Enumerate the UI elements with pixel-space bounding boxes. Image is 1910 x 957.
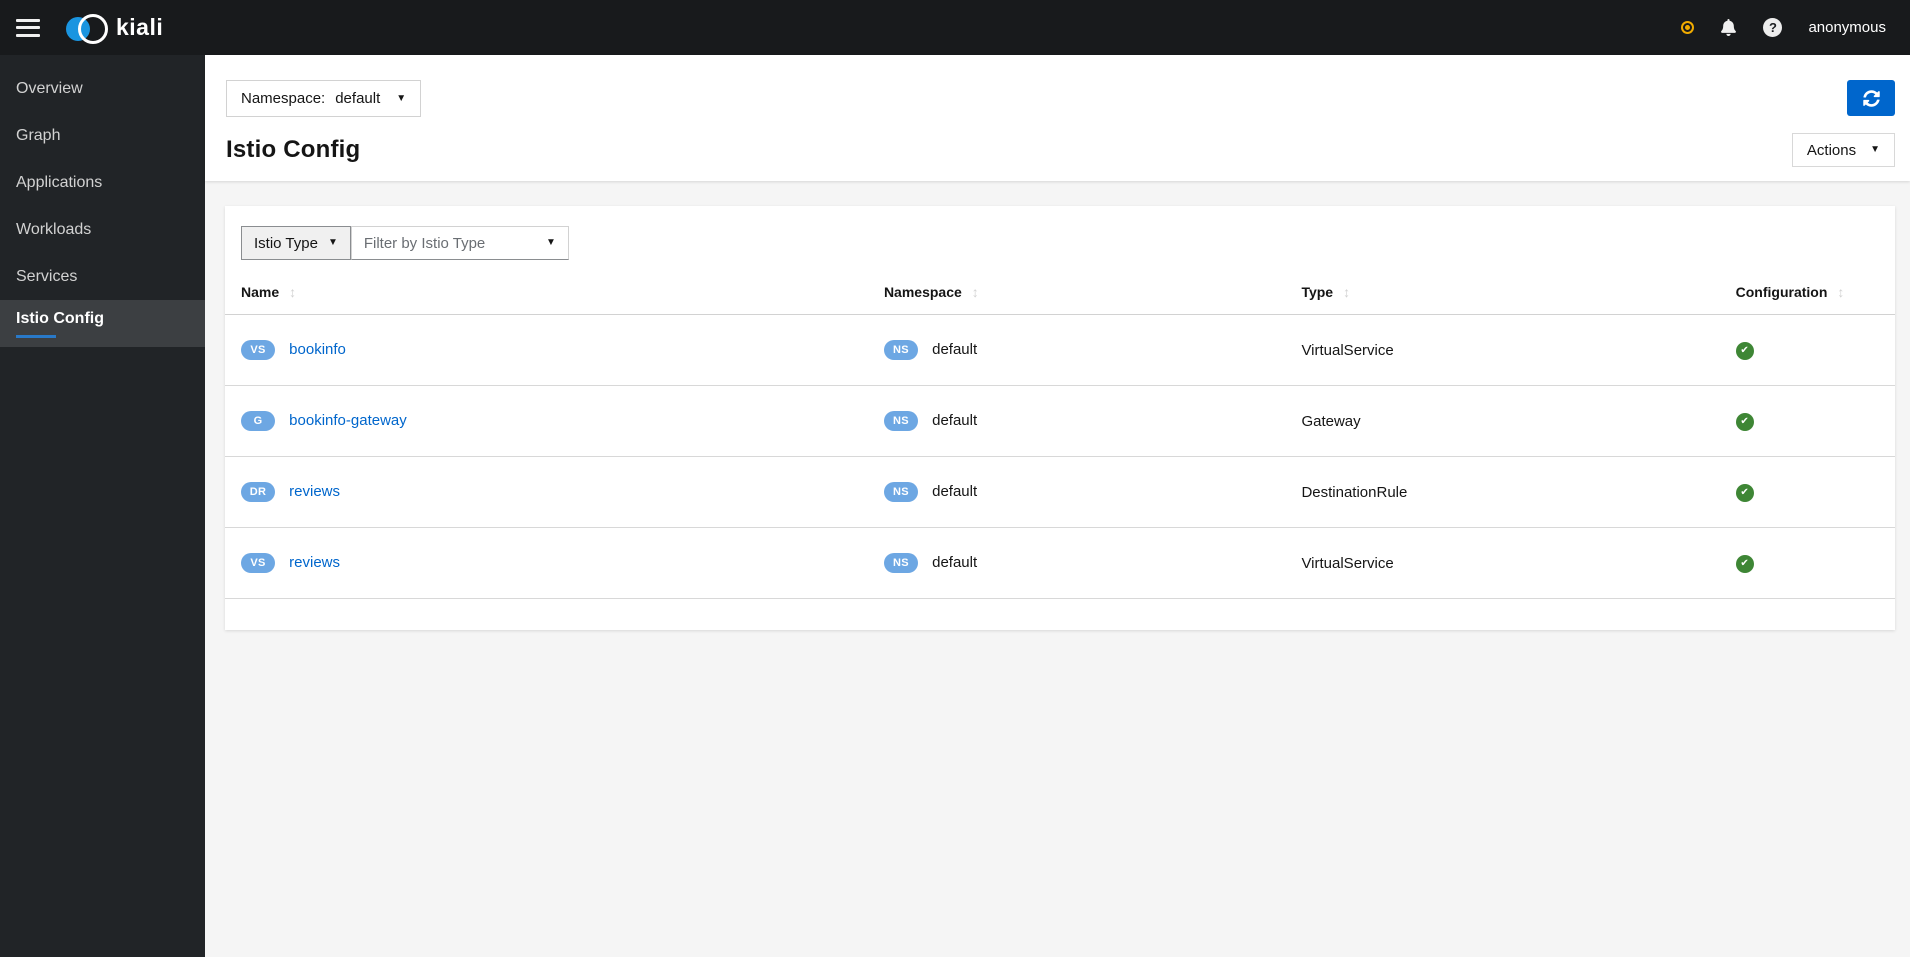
istio-type-badge: VS [241, 553, 275, 573]
actions-dropdown[interactable]: Actions ▼ [1791, 133, 1895, 167]
sidebar-item-label: Applications [16, 173, 103, 191]
page-title: Istio Config [226, 136, 361, 163]
namespace-badge: NS [883, 340, 918, 360]
sort-icon[interactable]: ↕ [1343, 284, 1350, 300]
column-header-configuration[interactable]: Configuration ↕ [1719, 270, 1895, 315]
hamburger-menu-icon[interactable] [16, 18, 40, 37]
sidebar-item-applications[interactable]: Applications [0, 159, 205, 206]
namespace-cell: default [932, 482, 978, 500]
config-item-link[interactable]: bookinfo-gateway [289, 412, 407, 429]
sidebar-item-label: Graph [16, 126, 61, 144]
column-header-type[interactable]: Type ↕ [1285, 270, 1720, 315]
istio-config-table: Name ↕ Namespace ↕ Type ↕ Configuration ↕ VS bo… [225, 270, 1895, 599]
column-header-label: Name [241, 284, 280, 300]
istio-type-badge: VS [241, 340, 275, 360]
filter-placeholder: Filter by Istio Type [363, 234, 486, 252]
actions-label: Actions [1806, 141, 1857, 159]
sidebar-item-graph[interactable]: Graph [0, 112, 205, 159]
filter-category-label: Istio Type [254, 234, 318, 252]
sidebar-item-istio-config[interactable]: Istio Config [0, 300, 205, 347]
namespace-badge: NS [883, 553, 918, 573]
type-cell: Gateway [1301, 412, 1361, 430]
refresh-button[interactable] [1847, 80, 1895, 116]
namespace-cell: default [932, 340, 978, 358]
refresh-icon [1862, 89, 1880, 107]
caret-down-icon: ▼ [1870, 144, 1880, 155]
namespace-cell: default [932, 411, 978, 429]
help-icon: ? [1763, 18, 1783, 37]
main-content: Namespace: default ▼ Istio Config Action… [205, 55, 1910, 957]
check-circle-icon: ✔ [1735, 483, 1754, 502]
table-row: VS reviews NS default VirtualService ✔ [225, 527, 1895, 599]
namespace-dropdown[interactable]: Namespace: default ▼ [226, 80, 422, 117]
table-row: G bookinfo-gateway NS default Gateway ✔ [225, 385, 1895, 457]
column-header-namespace[interactable]: Namespace ↕ [867, 270, 1286, 315]
filter-toolbar: Istio Type ▼ Filter by Istio Type ▼ [225, 226, 1895, 260]
masthead: kiali ? anonymous [0, 0, 1910, 55]
column-header-label: Namespace [883, 284, 962, 300]
kiali-logo: kiali [66, 12, 163, 44]
config-item-link[interactable]: reviews [289, 483, 340, 500]
table-row: DR reviews NS default DestinationRule ✔ [225, 456, 1895, 528]
namespace-value: default [335, 90, 381, 107]
filter-category-dropdown[interactable]: Istio Type ▼ [241, 226, 351, 260]
sort-icon[interactable]: ↕ [972, 284, 979, 300]
type-cell: VirtualService [1301, 554, 1394, 572]
status-ring-icon[interactable] [1683, 23, 1693, 32]
page-header: Namespace: default ▼ Istio Config Action… [205, 55, 1910, 181]
type-cell: VirtualService [1301, 341, 1394, 359]
help-button[interactable]: ? [1763, 18, 1783, 37]
sort-icon[interactable]: ↕ [289, 284, 296, 300]
sidebar-item-services[interactable]: Services [0, 253, 205, 300]
check-circle-icon: ✔ [1735, 412, 1754, 431]
check-circle-icon: ✔ [1735, 554, 1754, 573]
username[interactable]: anonymous [1808, 19, 1886, 36]
column-header-label: Type [1301, 284, 1334, 300]
notifications-button[interactable] [1720, 19, 1737, 36]
sidebar-item-workloads[interactable]: Workloads [0, 206, 205, 253]
caret-down-icon: ▼ [396, 92, 407, 104]
sidebar-item-label: Services [16, 267, 78, 285]
brand-name: kiali [116, 14, 164, 40]
check-circle-icon: ✔ [1735, 341, 1754, 360]
istio-type-badge: DR [241, 482, 275, 502]
masthead-actions: ? anonymous [1683, 18, 1886, 37]
namespace-label: Namespace: [241, 90, 326, 107]
column-header-name[interactable]: Name ↕ [225, 270, 868, 315]
namespace-cell: default [932, 553, 978, 571]
filter-by-type-select[interactable]: Filter by Istio Type ▼ [350, 226, 569, 260]
config-item-link[interactable]: bookinfo [289, 341, 346, 358]
config-item-link[interactable]: reviews [289, 554, 340, 571]
bell-icon [1721, 19, 1737, 36]
sidebar-item-label: Istio Config [16, 309, 104, 327]
sidebar: Overview Graph Applications Workloads Se… [0, 55, 205, 957]
type-cell: DestinationRule [1301, 483, 1408, 501]
namespace-badge: NS [883, 482, 918, 502]
caret-down-icon: ▼ [327, 237, 338, 248]
table-row: VS bookinfo NS default VirtualService ✔ [225, 314, 1895, 386]
kiali-logo-icon [66, 12, 110, 44]
istio-type-badge: G [241, 411, 275, 431]
sidebar-item-overview[interactable]: Overview [0, 65, 205, 112]
active-underline [16, 334, 56, 338]
column-header-label: Configuration [1735, 284, 1828, 300]
namespace-badge: NS [883, 411, 918, 431]
istio-config-card: Istio Type ▼ Filter by Istio Type ▼ Name… [225, 206, 1895, 630]
sort-icon[interactable]: ↕ [1837, 284, 1844, 300]
sidebar-item-label: Overview [16, 79, 83, 97]
caret-down-icon: ▼ [545, 237, 556, 248]
sidebar-item-label: Workloads [16, 220, 92, 238]
